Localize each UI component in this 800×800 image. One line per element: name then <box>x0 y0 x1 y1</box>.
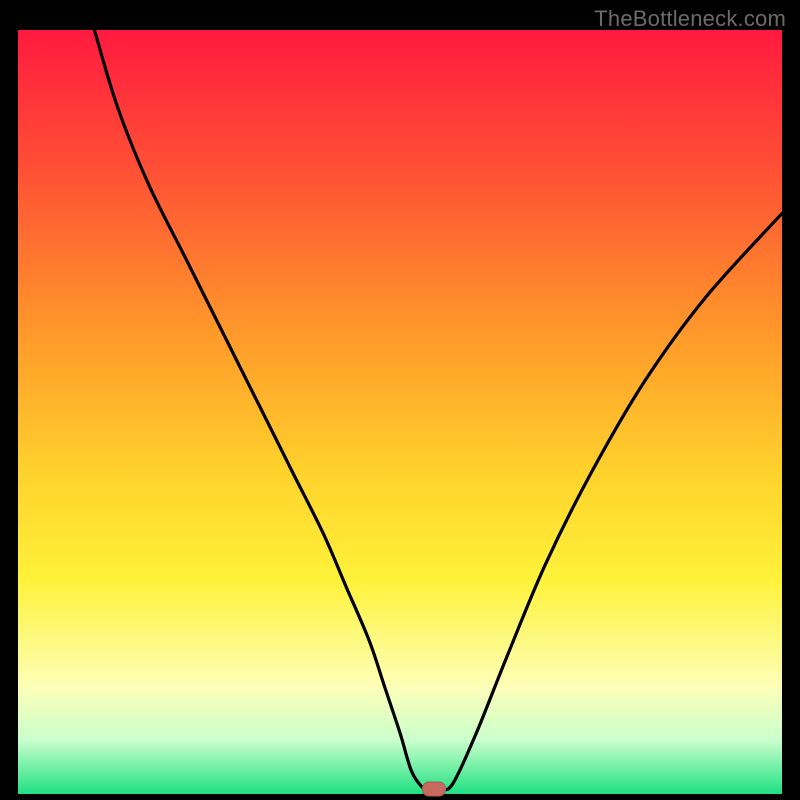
watermark-text: TheBottleneck.com <box>594 6 786 32</box>
bottleneck-chart <box>18 30 782 794</box>
chart-frame <box>18 30 782 794</box>
optimal-point-marker <box>422 782 446 797</box>
